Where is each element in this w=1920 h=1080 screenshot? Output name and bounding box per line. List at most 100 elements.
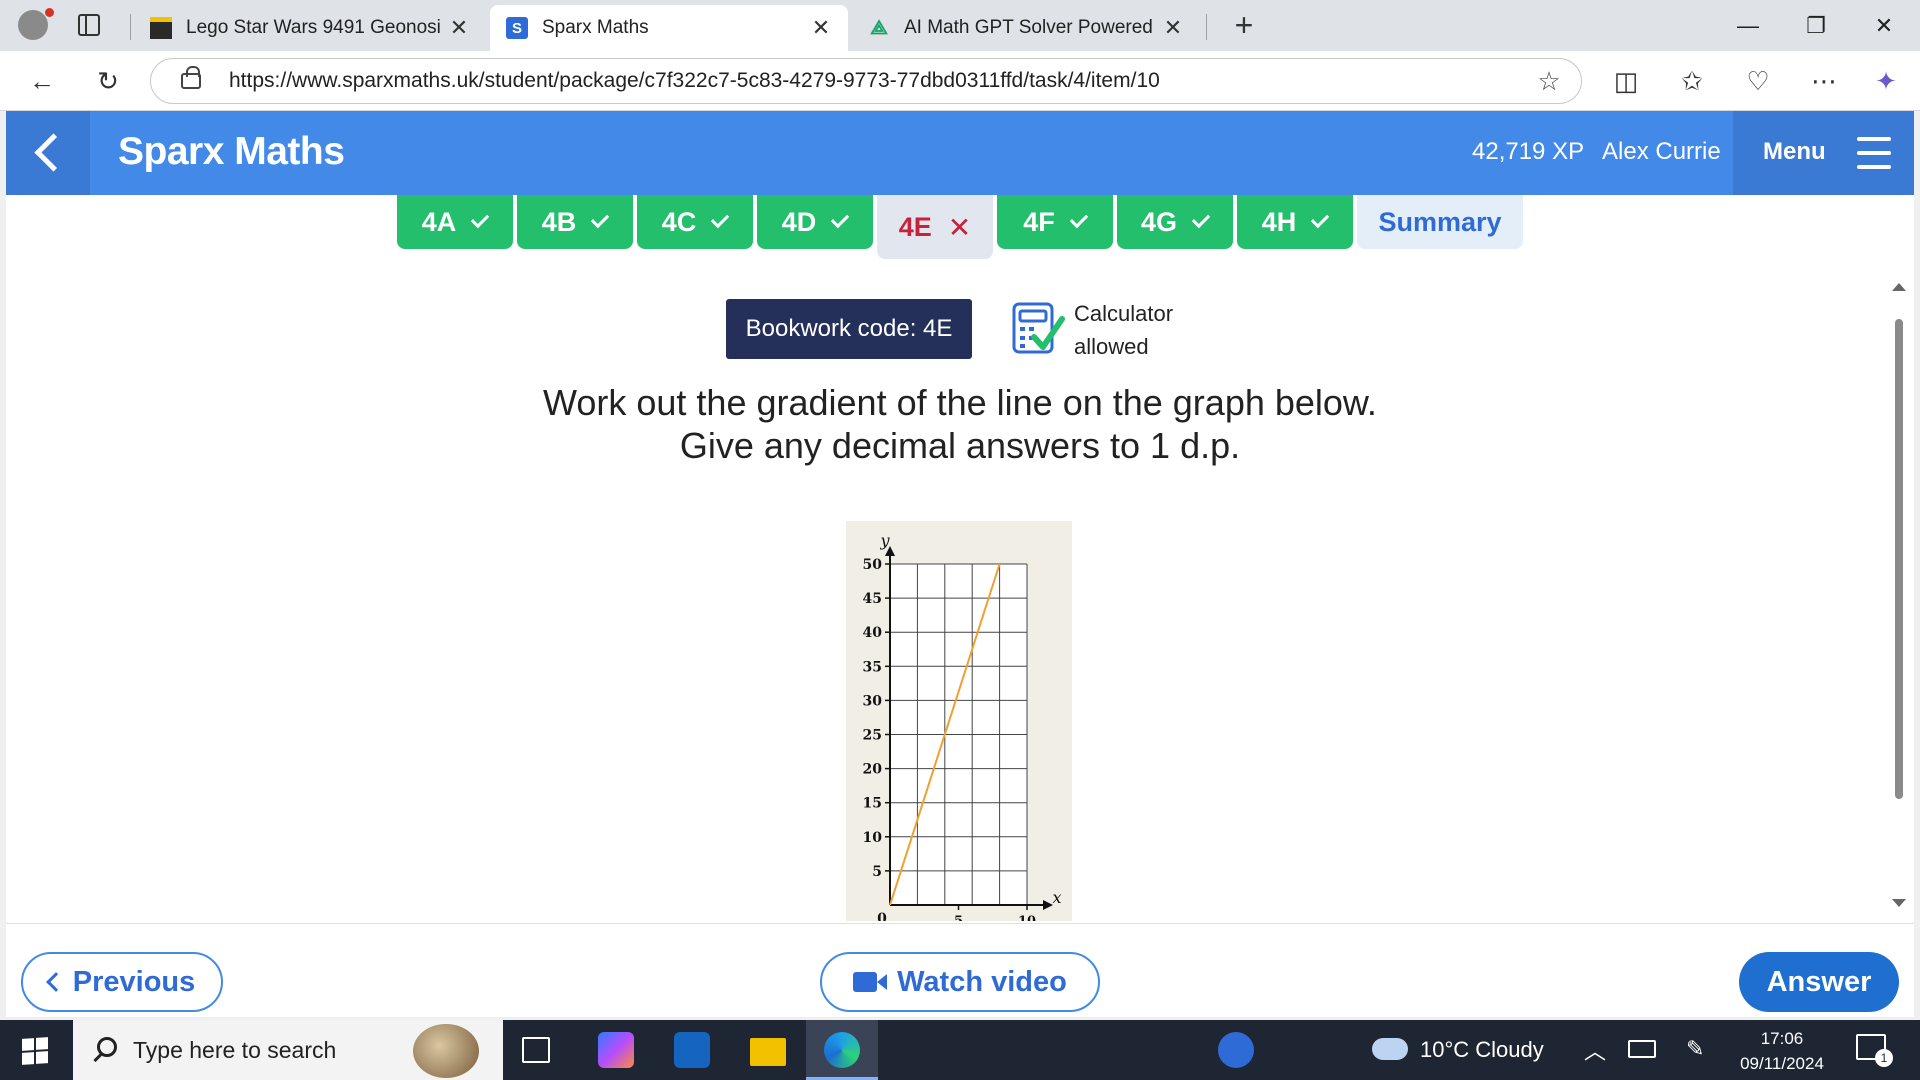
task-tab-4a[interactable]: 4A [397, 195, 513, 249]
task-tab-label: 4F [1023, 206, 1055, 237]
clock-time: 17:06 [1760, 1029, 1804, 1048]
previous-label: Previous [72, 965, 196, 998]
calculator-icon [1012, 302, 1065, 354]
address-url[interactable]: https://www.sparxmaths.uk/student/packag… [229, 69, 1529, 93]
graph-y-tick-label: 50 [863, 557, 883, 573]
refresh-icon[interactable]: ↻ [88, 61, 128, 101]
task-tab-4b[interactable]: 4B [517, 195, 633, 249]
browser-tab-strip: Lego Star Wars 9491 Geonosian C ✕ S Spar… [0, 0, 1920, 51]
task-tab-label: 4C [661, 206, 697, 237]
tab-actions-icon[interactable] [78, 14, 100, 36]
minimize-icon[interactable]: — [1720, 8, 1776, 44]
taskbar-clock[interactable]: 17:06 09/11/2024 [1720, 1026, 1844, 1076]
favorites-icon[interactable]: ✩ [1672, 61, 1712, 101]
pen-icon[interactable]: ✎ [1686, 1036, 1704, 1062]
scroll-up-icon[interactable] [1892, 283, 1906, 291]
copilot-icon[interactable]: ✦ [1866, 61, 1906, 101]
task-tab-4c[interactable]: 4C [637, 195, 753, 249]
check-icon [1191, 209, 1211, 229]
taskbar-search[interactable]: Type here to search [73, 1020, 503, 1080]
more-options-icon[interactable]: ⋯ [1804, 61, 1844, 101]
task-tab-label: Summary [1378, 206, 1502, 237]
calculator-status: Calculator allowed [1074, 297, 1173, 363]
scroll-down-icon[interactable] [1892, 899, 1906, 907]
tab-title: Lego Star Wars 9491 Geonosian C [186, 17, 440, 38]
gradient-graph: 5 10 15 20 25 30 35 40 45 50 5 10 0 y x [863, 531, 1062, 929]
task-view-icon[interactable] [522, 1037, 550, 1063]
menu-button[interactable]: Menu [1733, 111, 1914, 195]
address-bar[interactable]: https://www.sparxmaths.uk/student/packag… [150, 58, 1582, 104]
clock-date: 09/11/2024 [1740, 1054, 1824, 1073]
weather-cloud-icon [1372, 1038, 1408, 1060]
tab-sparx-maths[interactable]: S Sparx Maths ✕ [490, 5, 848, 51]
task-tab-label: 4A [421, 206, 457, 237]
file-explorer-icon[interactable] [750, 1038, 786, 1066]
sparx-header: Sparx Maths 42,719 XP Alex Currie Menu [6, 111, 1914, 195]
close-window-icon[interactable]: ✕ [1856, 8, 1912, 44]
menu-label: Menu [1763, 138, 1826, 165]
tab-close-icon[interactable]: ✕ [1162, 15, 1184, 41]
windows-start-icon[interactable] [22, 1037, 48, 1065]
tab-separator [1206, 14, 1207, 40]
task-tab-4h[interactable]: 4H [1237, 195, 1353, 249]
tab-close-icon[interactable]: ✕ [448, 15, 470, 41]
scrollbar-thumb[interactable] [1895, 319, 1903, 799]
task-tab-label: 4E [898, 211, 932, 242]
task-tab-summary[interactable]: Summary [1357, 195, 1523, 249]
header-back-button[interactable] [6, 111, 90, 195]
split-screen-icon[interactable]: ◫ [1606, 61, 1646, 101]
previous-button[interactable]: Previous [21, 952, 223, 1012]
favorite-star-icon[interactable]: ☆ [1529, 66, 1569, 97]
task-tab-4e[interactable]: 4E ✕ [877, 195, 993, 259]
tab-ai-math[interactable]: ⟁ AI Math GPT Solver Powered by G ✕ [852, 5, 1200, 51]
tray-chevron-up-icon[interactable]: ︿ [1584, 1034, 1606, 1066]
graph-y-tick-label: 30 [863, 693, 883, 709]
graph-y-tick-label: 25 [863, 728, 882, 744]
battery-icon[interactable] [1628, 1040, 1656, 1058]
task-tab-label: 4H [1261, 206, 1297, 237]
check-icon [831, 209, 850, 229]
bookwork-code: Bookwork code: 4E [726, 299, 972, 359]
weather-text[interactable]: 10°C Cloudy [1420, 1037, 1544, 1063]
browser-essentials-icon[interactable]: ♡ [1738, 61, 1778, 101]
answer-button[interactable]: Answer [1739, 952, 1899, 1012]
outlook-icon[interactable] [674, 1032, 710, 1068]
new-tab-icon[interactable]: + [1226, 8, 1262, 44]
watch-video-button[interactable]: Watch video [820, 952, 1100, 1012]
restore-icon[interactable]: ❐ [1788, 8, 1844, 44]
ai-math-favicon-icon: ⟁ [870, 16, 888, 39]
sparx-favicon-icon: S [506, 17, 528, 39]
bottom-action-bar: Previous Watch video Answer [6, 923, 1914, 1017]
graph-origin-label: 0 [877, 911, 887, 921]
windows-taskbar: Type here to search 10°C Cloudy ︿ ✎ 17:0… [0, 1020, 1920, 1080]
task-tab-4f[interactable]: 4F [997, 195, 1113, 249]
task-tab-label: 4B [541, 206, 577, 237]
tab-close-icon[interactable]: ✕ [810, 15, 832, 41]
edge-taskbar-item[interactable] [806, 1020, 878, 1080]
copilot-app-icon[interactable] [598, 1032, 634, 1068]
notification-icon[interactable]: 1 [1856, 1034, 1893, 1067]
check-icon [471, 209, 490, 229]
check-icon [1311, 209, 1330, 229]
back-arrow-icon[interactable]: ← [22, 61, 62, 101]
check-icon [711, 209, 730, 229]
graph-x-axis-label: x [1052, 888, 1061, 907]
tab-lego[interactable]: Lego Star Wars 9491 Geonosian C ✕ [134, 5, 486, 51]
graph-y-tick-label: 10 [863, 830, 883, 846]
graph-x-tick-label: 5 [954, 914, 963, 921]
tab-title: Sparx Maths [542, 17, 649, 38]
page-viewport: Sparx Maths 42,719 XP Alex Currie Menu 4… [6, 111, 1914, 1017]
graph-y-tick-label: 40 [863, 625, 883, 641]
sparx-brand[interactable]: Sparx Maths [118, 130, 345, 174]
lock-icon[interactable] [181, 66, 201, 89]
search-placeholder: Type here to search [133, 1037, 337, 1063]
vertical-scrollbar[interactable] [1890, 281, 1908, 907]
task-tab-4d[interactable]: 4D [757, 195, 873, 249]
calculator-allowed: allowed [1074, 334, 1149, 359]
profile-avatar-icon[interactable] [18, 8, 54, 40]
edge-icon [824, 1032, 860, 1068]
task-tab-4g[interactable]: 4G [1117, 195, 1233, 249]
browser-toolbar: ← ↻ https://www.sparxmaths.uk/student/pa… [0, 51, 1920, 111]
graph-y-tick-label: 35 [863, 659, 882, 675]
help-icon[interactable] [1218, 1032, 1254, 1068]
